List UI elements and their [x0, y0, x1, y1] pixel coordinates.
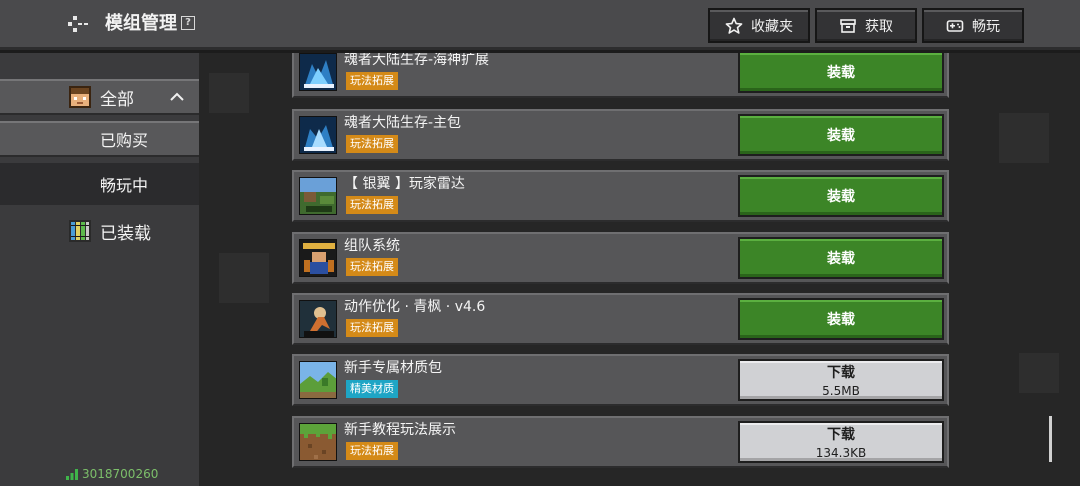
install-button-label: 装载 [827, 128, 855, 144]
chevron-up-icon[interactable] [170, 91, 184, 101]
download-button[interactable]: 下载 134.3KB [738, 421, 944, 463]
favorites-button[interactable]: 收藏夹 [708, 8, 810, 43]
install-button[interactable]: 装载 [738, 53, 944, 93]
radar-map-icon [299, 177, 337, 215]
sidebar-item-all[interactable]: 全部 [0, 79, 199, 115]
action-figure-icon [299, 300, 337, 338]
mod-list: 魂者大陆生存-海神扩展 玩法拓展 装载 魂者大陆生存-主包 玩法拓展 装载 【 … [292, 53, 1052, 486]
list-item: 魂者大陆生存-海神扩展 玩法拓展 装载 [292, 53, 949, 98]
list-item: 魂者大陆生存-主包 玩法拓展 装载 [292, 109, 949, 161]
scrollbar[interactable] [1049, 416, 1052, 462]
list-item: 组队系统 玩法拓展 装载 [292, 232, 949, 284]
user-id: 3018700260 [66, 467, 158, 481]
soul-land-icon [299, 53, 337, 91]
list-item: 新手专属材质包 精美材质 下载 5.5MB [292, 354, 949, 406]
file-size: 5.5MB [822, 384, 860, 398]
mod-name: 组队系统 [344, 238, 400, 254]
install-button-label: 装载 [827, 189, 855, 205]
mod-category-tag: 玩法拓展 [346, 135, 398, 153]
sidebar: 全部 已购买 畅玩中 已装载 3018700260 [0, 53, 199, 486]
install-button-label: 装载 [827, 251, 855, 267]
mod-name: 动作优化 · 青枫 · v4.6 [344, 299, 486, 315]
list-item: 新手教程玩法展示 玩法拓展 下载 134.3KB [292, 416, 949, 468]
download-button-label: 下载 [827, 427, 855, 443]
character-icon [69, 86, 91, 108]
mod-category-tag: 玩法拓展 [346, 442, 398, 460]
download-button-label: 下载 [827, 365, 855, 381]
mod-name: 魂者大陆生存-主包 [344, 115, 462, 131]
get-button[interactable]: 获取 [815, 8, 917, 43]
sidebar-item-label: 全部 [100, 89, 134, 110]
sidebar-item-label: 已购买 [100, 131, 149, 150]
mod-name: 新手专属材质包 [344, 360, 442, 376]
background-tile [999, 113, 1049, 163]
install-button[interactable]: 装载 [738, 298, 944, 340]
install-button[interactable]: 装载 [738, 237, 944, 279]
sidebar-item-playing[interactable]: 畅玩中 [0, 163, 199, 205]
sidebar-item-label: 已装载 [100, 223, 151, 244]
page-title: 模组管理 [105, 13, 177, 34]
play-label: 畅玩 [972, 18, 1000, 35]
mod-category-tag: 玩法拓展 [346, 258, 398, 276]
favorites-label: 收藏夹 [751, 18, 793, 35]
install-button-label: 装载 [827, 65, 855, 81]
sidebar-item-label: 畅玩中 [100, 176, 149, 195]
play-button[interactable]: 畅玩 [922, 8, 1024, 43]
install-button-label: 装载 [827, 312, 855, 328]
back-arrow-icon[interactable] [64, 12, 90, 36]
background-tile [219, 253, 269, 303]
mod-name: 魂者大陆生存-海神扩展 [344, 53, 490, 68]
mod-name: 【 银翼 】玩家雷达 [344, 176, 465, 192]
mod-list-panel: 魂者大陆生存-海神扩展 玩法拓展 装载 魂者大陆生存-主包 玩法拓展 装载 【 … [199, 53, 1080, 486]
soul-land-icon [299, 116, 337, 154]
list-item: 【 银翼 】玩家雷达 玩法拓展 装载 [292, 170, 949, 222]
mod-category-tag: 玩法拓展 [346, 196, 398, 214]
dirt-block-icon [299, 423, 337, 461]
sidebar-item-installed[interactable]: 已装载 [0, 213, 199, 249]
user-id-text: 3018700260 [82, 467, 159, 481]
sidebar-item-purchased[interactable]: 已购买 [0, 121, 199, 157]
list-item: 动作优化 · 青枫 · v4.6 玩法拓展 装载 [292, 293, 949, 345]
background-tile [209, 73, 249, 113]
star-icon [725, 17, 743, 34]
get-label: 获取 [865, 18, 893, 35]
signal-icon [66, 468, 78, 480]
gamepad-icon [946, 19, 964, 32]
help-icon[interactable]: ? [181, 16, 195, 30]
install-button[interactable]: 装载 [738, 175, 944, 217]
books-icon [69, 220, 91, 242]
party-system-icon [299, 239, 337, 277]
file-size: 134.3KB [815, 446, 867, 460]
background-tile [1019, 353, 1059, 393]
mod-category-tag: 玩法拓展 [346, 72, 398, 90]
landscape-icon [299, 361, 337, 399]
chest-icon [840, 18, 856, 33]
mod-category-tag: 精美材质 [346, 380, 398, 398]
mod-category-tag: 玩法拓展 [346, 319, 398, 337]
mod-name: 新手教程玩法展示 [344, 422, 456, 438]
install-button[interactable]: 装载 [738, 114, 944, 156]
top-bar: 模组管理 ? 收藏夹 获取 畅玩 [0, 0, 1080, 50]
download-button[interactable]: 下载 5.5MB [738, 359, 944, 401]
